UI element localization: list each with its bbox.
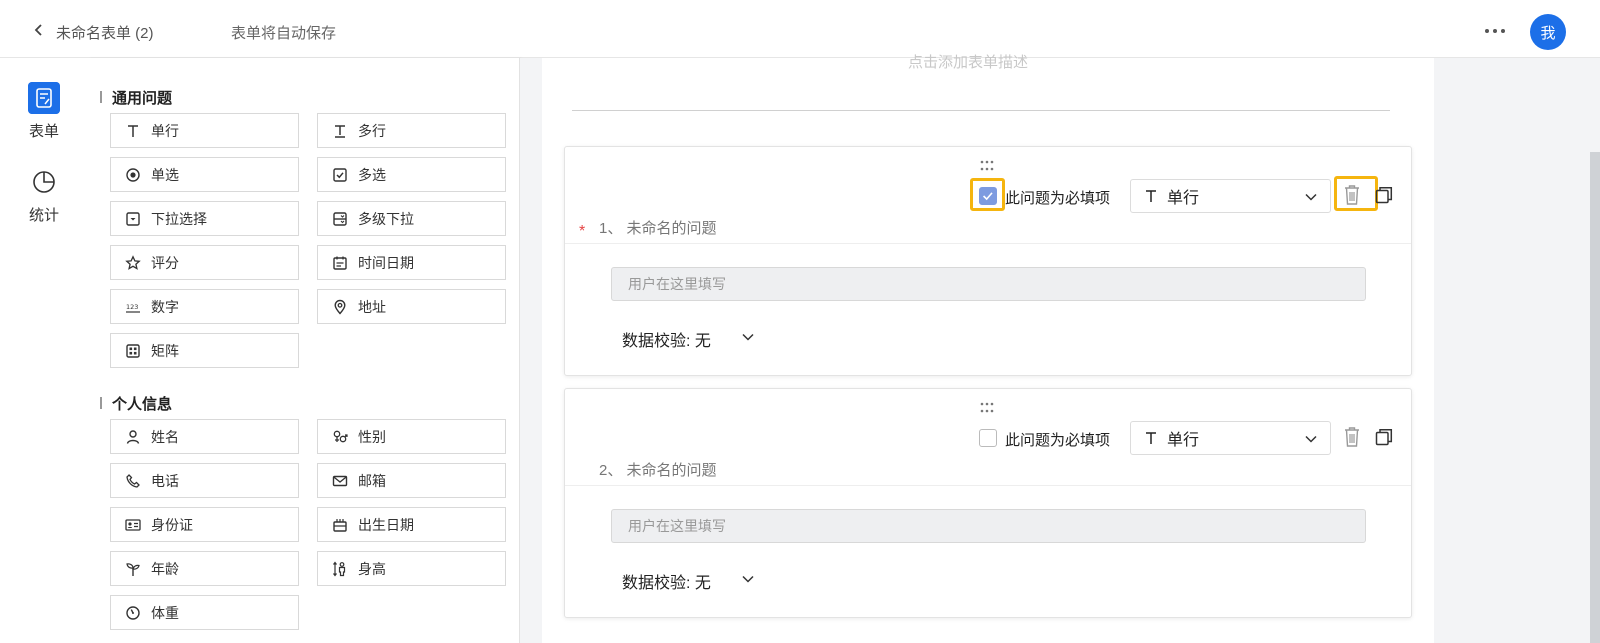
trash-icon[interactable]: [1343, 184, 1361, 206]
autosave-status: 表单将自动保存: [231, 25, 337, 42]
answer-input[interactable]: 用户在这里填写: [611, 509, 1366, 543]
text-icon: [1146, 190, 1156, 202]
canvas-area: 点击添加表单描述 此问题为必填项 单行 * 1、 未命名的问题 用户在这里填写 …: [520, 54, 1600, 643]
palette-item-age[interactable]: 年龄: [110, 551, 299, 586]
palette-item-weight[interactable]: 体重: [110, 595, 299, 630]
form-description[interactable]: 点击添加表单描述: [908, 51, 1028, 72]
palette-item-multi-line[interactable]: 多行: [317, 113, 506, 148]
required-checkbox[interactable]: [979, 187, 997, 205]
palette-item-id-card[interactable]: 身份证: [110, 507, 299, 542]
palette-item-dropdown[interactable]: 下拉选择: [110, 201, 299, 236]
scrollbar[interactable]: [1590, 152, 1600, 643]
birthday-icon: [333, 518, 347, 532]
palette-item-phone[interactable]: 电话: [110, 463, 299, 498]
rail-label-stats: 统计: [28, 207, 59, 224]
height-icon: [333, 561, 346, 576]
scale-icon: [126, 605, 140, 620]
location-icon: [334, 299, 346, 315]
dropdown-icon: [126, 211, 140, 226]
palette-item-email[interactable]: 邮箱: [317, 463, 506, 498]
question-card[interactable]: 此问题为必填项 单行 * 1、 未命名的问题 用户在这里填写 数据校验: 无: [564, 146, 1412, 376]
chevron-down-icon[interactable]: [741, 572, 755, 586]
required-star: *: [579, 223, 586, 240]
chevron-down-icon[interactable]: [741, 330, 755, 344]
id-card-icon: [125, 518, 141, 531]
palette-item-checkbox[interactable]: 多选: [317, 157, 506, 192]
validation-select[interactable]: 数据校验: 无: [622, 327, 711, 351]
form-icon: [28, 82, 60, 114]
question-type-value: 单行: [1167, 190, 1200, 207]
section-title-general: 通用问题: [99, 87, 172, 108]
palette-item-name[interactable]: 姓名: [110, 419, 299, 454]
palette-item-matrix[interactable]: 矩阵: [110, 333, 299, 368]
rail-label-form: 表单: [28, 123, 59, 140]
multiline-text-icon: [335, 124, 345, 138]
copy-icon[interactable]: [1375, 186, 1393, 204]
cascade-dropdown-icon: [333, 211, 347, 226]
avatar[interactable]: 我: [1530, 14, 1566, 50]
left-rail: 表单 统计: [0, 58, 88, 643]
question-title[interactable]: 1、 未命名的问题: [599, 217, 717, 238]
sprout-icon: [126, 562, 140, 576]
checkbox-icon: [333, 167, 347, 182]
star-icon: [125, 254, 141, 270]
copy-icon[interactable]: [1375, 428, 1393, 446]
palette-item-single-line[interactable]: 单行: [110, 113, 299, 148]
trash-icon[interactable]: [1343, 426, 1361, 448]
rail-item-form[interactable]: 表单: [0, 82, 88, 141]
required-label: 此问题为必填项: [1005, 432, 1111, 449]
svg-text:123: 123: [126, 303, 138, 311]
required-checkbox[interactable]: [979, 429, 997, 447]
matrix-icon: [126, 343, 140, 358]
mail-icon: [332, 475, 348, 486]
question-card[interactable]: 此问题为必填项 单行 2、 未命名的问题 用户在这里填写 数据校验: 无: [564, 388, 1412, 618]
palette-item-cascade-dropdown[interactable]: 多级下拉: [317, 201, 506, 236]
palette-item-number[interactable]: 123 数字: [110, 289, 299, 324]
text-icon: [1146, 432, 1156, 444]
palette-item-rating[interactable]: 评分: [110, 245, 299, 280]
description-divider: [572, 110, 1390, 111]
gender-icon: [333, 430, 348, 442]
text-icon: [128, 124, 138, 137]
calendar-icon: [333, 256, 347, 270]
check-icon: [982, 192, 993, 201]
question-type-select[interactable]: 单行: [1130, 179, 1331, 213]
person-icon: [126, 429, 140, 444]
ellipsis-icon[interactable]: [1484, 28, 1506, 34]
question-divider: [565, 243, 1411, 244]
section-title-personal: 个人信息: [99, 393, 172, 414]
number-icon: 123: [126, 303, 140, 313]
validation-select[interactable]: 数据校验: 无: [622, 569, 711, 593]
palette-item-address[interactable]: 地址: [317, 289, 506, 324]
chevron-down-icon: [1305, 435, 1317, 443]
palette-item-birthday[interactable]: 出生日期: [317, 507, 506, 542]
palette-item-height[interactable]: 身高: [317, 551, 506, 586]
form-canvas: 点击添加表单描述 此问题为必填项 单行 * 1、 未命名的问题 用户在这里填写 …: [542, 54, 1434, 643]
question-palette: 通用问题 单行 多行 单选 多选 下拉选择 多级下拉 评分 时间日期 123 数…: [88, 58, 520, 643]
palette-item-datetime[interactable]: 时间日期: [317, 245, 506, 280]
top-bar: 未命名表单 (2) 表单将自动保存 我: [0, 0, 1600, 58]
radio-icon: [126, 167, 140, 182]
pie-chart-icon: [33, 171, 55, 193]
required-label: 此问题为必填项: [1005, 190, 1111, 207]
palette-item-gender[interactable]: 性别: [317, 419, 506, 454]
phone-icon: [126, 473, 140, 488]
answer-input[interactable]: 用户在这里填写: [611, 267, 1366, 301]
drag-handle-icon[interactable]: [979, 159, 995, 173]
chevron-left-icon[interactable]: [32, 23, 46, 37]
form-title[interactable]: 未命名表单 (2): [56, 22, 154, 43]
chevron-down-icon: [1305, 193, 1317, 201]
question-type-select[interactable]: 单行: [1130, 421, 1331, 455]
palette-item-radio[interactable]: 单选: [110, 157, 299, 192]
drag-handle-icon[interactable]: [979, 401, 995, 415]
question-type-value: 单行: [1167, 432, 1200, 449]
question-title[interactable]: 2、 未命名的问题: [599, 459, 717, 480]
question-divider: [565, 485, 1411, 486]
rail-item-stats[interactable]: 统计: [0, 166, 88, 225]
